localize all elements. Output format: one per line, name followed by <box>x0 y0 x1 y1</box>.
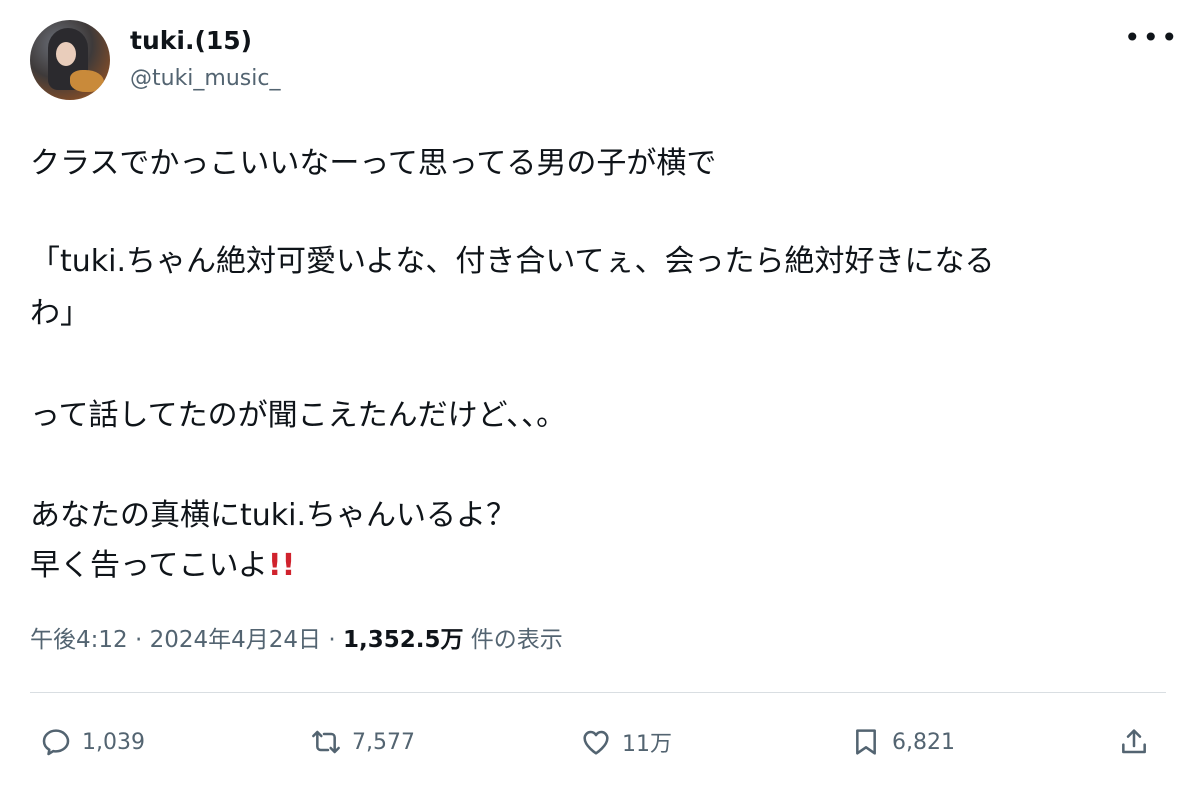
like-count: 11万 <box>622 732 672 757</box>
tweet-text-line-1: クラスでかっこいいなーって思ってる男の子が横で <box>30 146 717 181</box>
views-count: 1,352.5万 <box>342 627 464 653</box>
tweet-meta: 午後4:12 · 2024年4月24日 · 1,352.5万 件の表示 <box>30 620 563 654</box>
meta-separator-2: · <box>328 627 336 653</box>
avatar[interactable] <box>30 20 110 100</box>
divider <box>30 692 1166 693</box>
tweet-text-line-5: あなたの真横にtuki.ちゃんいるよ？ <box>30 498 517 533</box>
bookmark-icon <box>856 729 876 755</box>
meta-separator-1: · <box>134 627 143 653</box>
tweet-text-line-2: 「tuki.ちゃん絶対可愛いよな、付き合いてぇ、会ったら絶対好きになる <box>30 244 995 279</box>
repost-icon <box>312 730 340 754</box>
tweet-date[interactable]: 2024年4月24日 <box>150 627 321 653</box>
reply-count: 1,039 <box>82 729 145 755</box>
share-button[interactable] <box>1118 722 1160 762</box>
heart-icon <box>583 730 609 755</box>
bookmark-button[interactable]: 6,821 <box>850 722 955 762</box>
tweet-text-line-6-text: 早く告ってこいよ <box>30 548 268 583</box>
avatar-face <box>56 42 76 66</box>
user-handle[interactable]: @tuki_music_ <box>130 66 280 91</box>
display-name[interactable]: tuki.(15) <box>130 26 252 55</box>
like-button[interactable]: 11万 <box>580 722 672 762</box>
views-label: 件の表示 <box>470 627 563 653</box>
tweet-text-line-3: わ」 <box>30 296 90 331</box>
avatar-guitar <box>70 70 104 92</box>
repost-count: 7,577 <box>352 729 415 755</box>
reply-button[interactable]: 1,039 <box>40 722 145 762</box>
reply-icon <box>42 729 70 756</box>
more-options-icon[interactable]: ••• <box>1124 24 1178 58</box>
tweet-text-line-6: 早く告ってこいよ!! <box>30 540 295 584</box>
tweet-text-line-4: って話してたのが聞こえたんだけど、、。 <box>30 398 567 433</box>
repost-button[interactable]: 7,577 <box>310 722 415 762</box>
share-icon <box>1122 729 1146 754</box>
bookmark-count: 6,821 <box>892 729 955 755</box>
tweet-time[interactable]: 午後4:12 <box>30 627 128 653</box>
double-exclamation-icon: !! <box>267 548 296 583</box>
